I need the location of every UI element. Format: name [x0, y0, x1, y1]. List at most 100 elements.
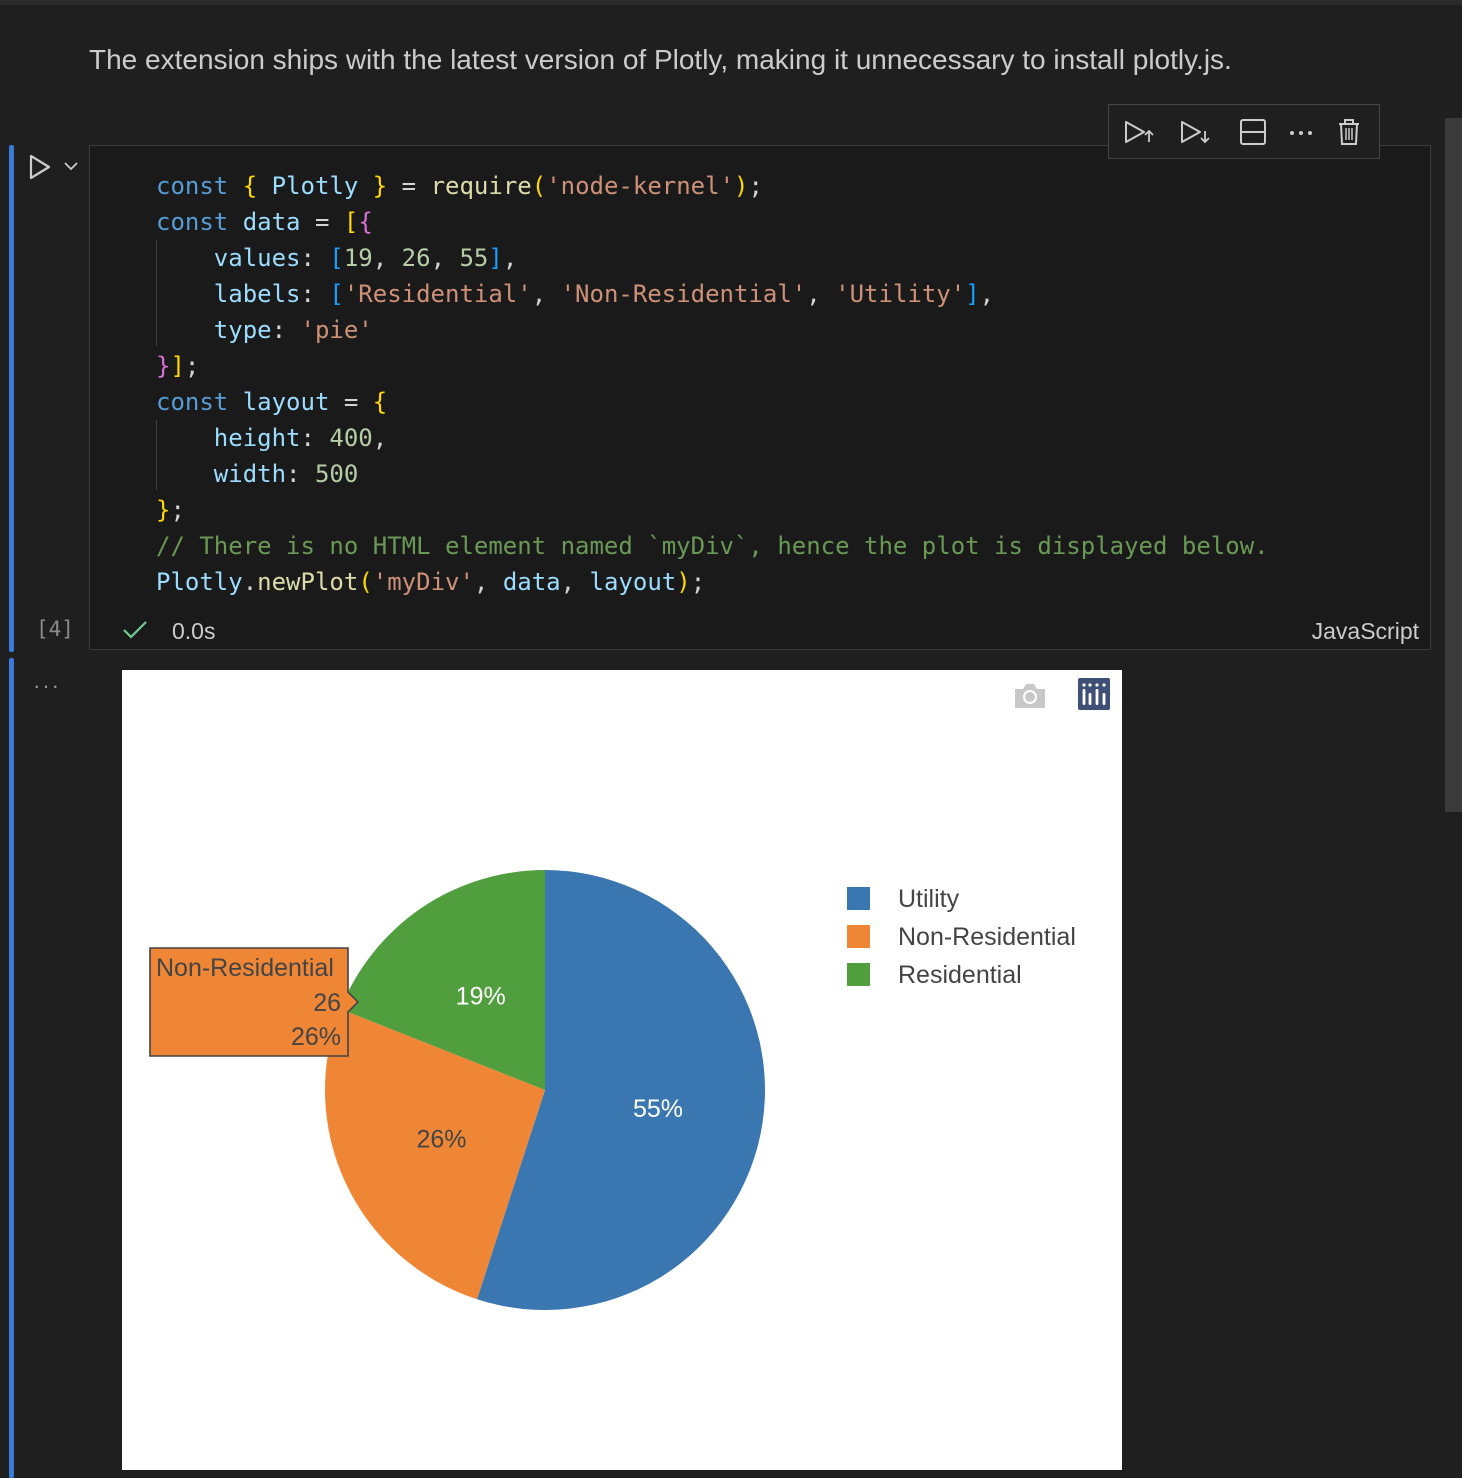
code-token: values	[213, 244, 301, 272]
top-border	[0, 0, 1462, 5]
code-token: 'Residential'	[343, 280, 532, 308]
code-token: =	[329, 388, 373, 416]
code-token: layout	[589, 568, 677, 596]
code-line[interactable]: const data = [{	[156, 204, 1269, 240]
vertical-scrollbar[interactable]	[1445, 118, 1462, 812]
code-token: const	[156, 172, 243, 200]
code-token: ,	[430, 244, 460, 272]
code-token: ,	[473, 568, 503, 596]
code-token: ,	[531, 280, 561, 308]
markdown-text: The extension ships with the latest vers…	[89, 44, 1232, 75]
code-token: 19	[343, 244, 373, 272]
code-token: data	[242, 208, 301, 236]
legend-item-utility[interactable]: Utility	[898, 885, 960, 913]
code-token: width	[213, 460, 287, 488]
pie-chart[interactable]: 55% 26% 19% Utility Non-Residential Residenti…	[122, 670, 1122, 1470]
code-line[interactable]: }];	[156, 348, 1269, 384]
output-focus-bar	[9, 658, 14, 1478]
chevron-down-icon[interactable]	[63, 160, 79, 172]
hover-value: 26	[313, 989, 341, 1017]
code-token: :	[300, 244, 330, 272]
code-token: 'pie'	[300, 316, 373, 344]
code-line[interactable]: };	[156, 492, 1269, 528]
execution-count: [4]	[36, 617, 74, 641]
code-line[interactable]: const { Plotly } = require('node-kernel'…	[156, 168, 1269, 204]
code-token: 'Non-Residential'	[560, 280, 807, 308]
code-line[interactable]: height: 400,	[156, 420, 1269, 456]
split-cell-icon[interactable]	[1237, 117, 1269, 147]
code-token: {	[358, 208, 373, 236]
code-line[interactable]: labels: ['Residential', 'Non-Residential…	[156, 276, 1269, 312]
code-token: (	[531, 172, 547, 200]
language-picker[interactable]: JavaScript	[1312, 618, 1419, 645]
code-token: ;	[170, 496, 185, 524]
code-token: data	[502, 568, 561, 596]
code-token: ;	[184, 352, 200, 380]
legend-swatch	[847, 887, 870, 910]
code-token: const	[156, 208, 243, 236]
code-token: Plotly	[271, 172, 359, 200]
code-token: }	[156, 496, 171, 524]
more-actions-icon[interactable]	[1285, 117, 1317, 147]
hover-percent: 26%	[291, 1023, 341, 1051]
hover-label: Non-Residential	[156, 954, 334, 982]
code-line[interactable]: values: [19, 26, 55],	[156, 240, 1269, 276]
slice-percent-label: 19%	[456, 982, 506, 1010]
code-token: 400	[329, 424, 373, 452]
code-token: height	[213, 424, 301, 452]
execute-below-icon[interactable]	[1179, 117, 1211, 147]
legend-swatch	[847, 963, 870, 986]
code-line[interactable]: // There is no HTML element named `myDiv…	[156, 528, 1269, 564]
code-token: ,	[502, 244, 518, 272]
legend-item-residential[interactable]: Residential	[898, 961, 1022, 989]
code-token: layout	[242, 388, 330, 416]
code-token: 'Utility'	[835, 280, 966, 308]
run-cell-icon[interactable]	[27, 153, 53, 181]
code-token: .	[242, 568, 258, 596]
code-content[interactable]: const { Plotly } = require('node-kernel'…	[156, 168, 1269, 600]
code-token: ]	[170, 352, 185, 380]
code-token: =	[300, 208, 344, 236]
execution-time: 0.0s	[172, 618, 216, 644]
code-token: Plotly	[156, 568, 243, 596]
code-token: 55	[459, 244, 489, 272]
code-token: type	[213, 316, 272, 344]
code-token: :	[286, 460, 315, 488]
code-token: newPlot	[257, 568, 359, 596]
code-token: )	[734, 172, 749, 200]
code-line[interactable]: type: 'pie'	[156, 312, 1269, 348]
slice-percent-label: 55%	[633, 1095, 683, 1123]
execute-above-icon[interactable]	[1123, 117, 1155, 147]
output-more-button[interactable]: ···	[33, 673, 61, 699]
code-line[interactable]: Plotly.newPlot('myDiv', data, layout);	[156, 564, 1269, 600]
code-token: (	[358, 568, 373, 596]
code-token: :	[300, 280, 330, 308]
code-token: ,	[979, 280, 995, 308]
code-token: ;	[690, 568, 706, 596]
code-token: // There is no HTML element named `myDiv…	[156, 532, 1269, 560]
code-token: require	[430, 172, 532, 200]
code-token: ,	[806, 280, 836, 308]
code-token: }	[358, 172, 388, 200]
cell-focus-bar	[9, 145, 14, 652]
code-line[interactable]: const layout = {	[156, 384, 1269, 420]
code-token: ,	[372, 244, 402, 272]
legend-item-non-residential[interactable]: Non-Residential	[898, 923, 1076, 951]
code-token: ,	[372, 424, 388, 452]
code-token: labels	[213, 280, 301, 308]
code-token: ,	[560, 568, 590, 596]
delete-cell-icon[interactable]	[1333, 117, 1365, 147]
code-token: 'node-kernel'	[546, 172, 735, 200]
code-token: 26	[401, 244, 431, 272]
code-token: :	[300, 424, 330, 452]
code-token: {	[242, 172, 272, 200]
code-token: 500	[314, 460, 359, 488]
code-token: :	[271, 316, 301, 344]
slice-percent-label: 26%	[416, 1126, 466, 1154]
code-line[interactable]: width: 500	[156, 456, 1269, 492]
